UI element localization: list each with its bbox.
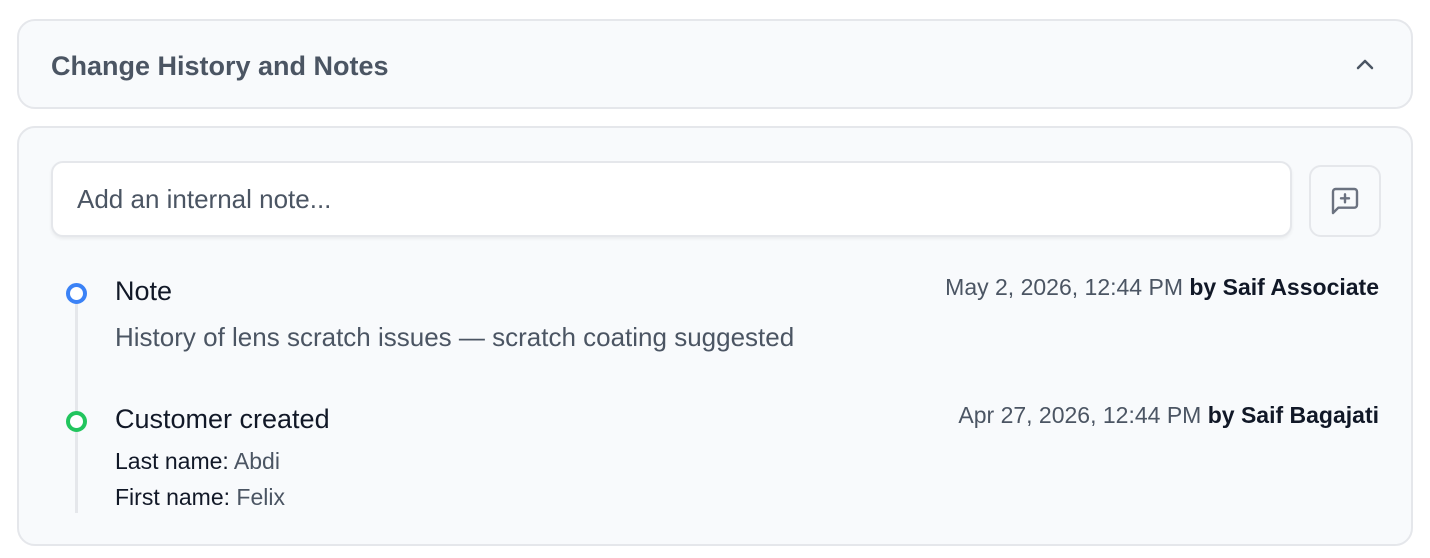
timeline-dot-green xyxy=(66,411,87,432)
history-panel-body: Note May 2, 2026, 12:44 PM by Saif Assoc… xyxy=(17,126,1413,546)
note-text: History of lens scratch issues — scratch… xyxy=(115,322,795,352)
timeline-line xyxy=(75,286,78,513)
field-label: First name: xyxy=(115,484,231,510)
entry-meta: Apr 27, 2026, 12:44 PM by Saif Bagajati xyxy=(958,400,1379,430)
internal-note-input[interactable] xyxy=(51,161,1292,237)
entry-timestamp: May 2, 2026, 12:44 PM xyxy=(945,274,1183,300)
entry-title: Customer created xyxy=(115,404,330,434)
entry-timestamp: Apr 27, 2026, 12:44 PM xyxy=(958,402,1202,428)
message-square-plus-icon xyxy=(1331,187,1359,215)
field-value: Felix xyxy=(236,484,285,510)
entry-author: by Saif Associate xyxy=(1189,274,1379,300)
entry-author: by Saif Bagajati xyxy=(1207,402,1379,428)
section-title: Change History and Notes xyxy=(51,51,389,81)
collapse-button[interactable] xyxy=(1349,49,1381,81)
entry-title: Note xyxy=(115,276,173,306)
entry-meta: May 2, 2026, 12:44 PM by Saif Associate xyxy=(945,272,1379,302)
field-label: Last name: xyxy=(115,448,229,474)
timeline-dot-blue xyxy=(66,283,87,304)
add-note-button[interactable] xyxy=(1309,165,1381,237)
field-change-row: First name: Felix xyxy=(115,482,285,512)
field-value: Abdi xyxy=(233,448,280,474)
chevron-up-icon xyxy=(1356,59,1374,70)
field-change-row: Last name: Abdi xyxy=(115,446,280,476)
history-panel-header[interactable]: Change History and Notes xyxy=(17,19,1413,109)
